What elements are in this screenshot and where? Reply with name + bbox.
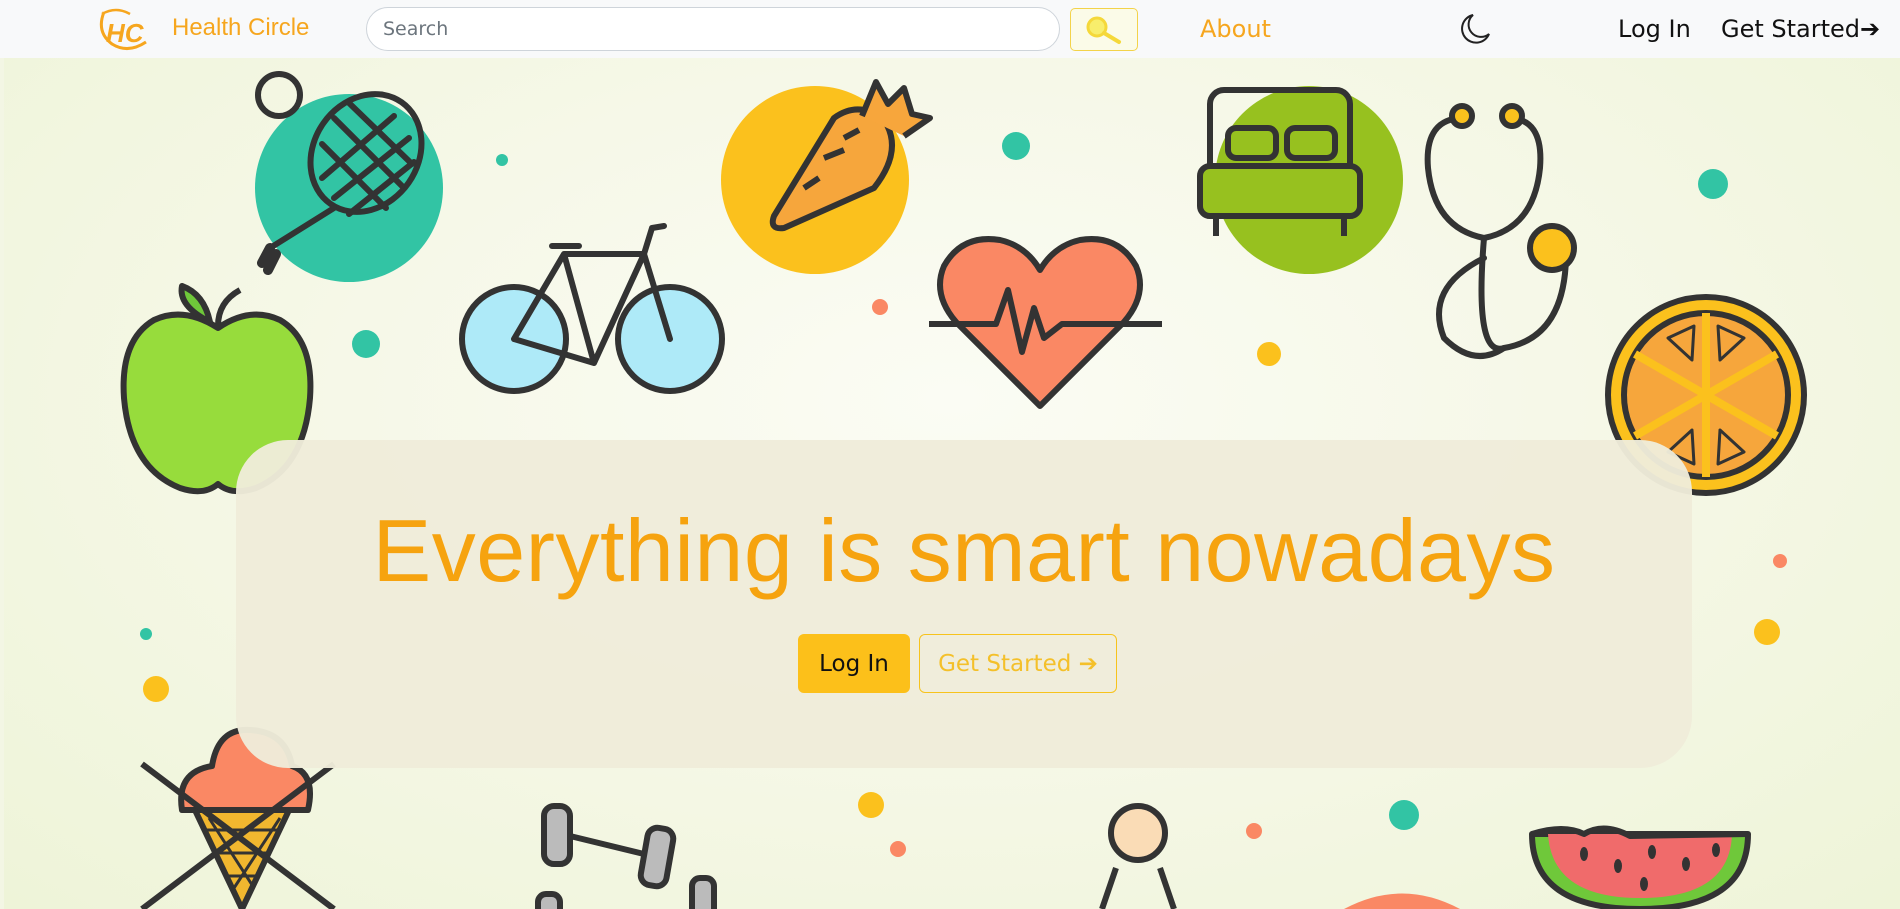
health-circle-logo[interactable]: HC [94,4,152,54]
bicycle-icon [459,223,725,394]
dumbbell-icon [535,803,717,909]
hero-card: Everything is smart nowadays Log In Get … [236,440,1692,768]
stethoscope-icon [1424,103,1577,359]
hero-login-button[interactable]: Log In [798,634,910,693]
logo-text: HC [106,18,145,48]
hero-get-started-button[interactable]: Get Started ➔ [919,634,1117,693]
heartbeat-icon [929,236,1162,409]
search-input[interactable] [366,7,1060,51]
moon-icon[interactable] [1458,12,1492,46]
nav-about-link[interactable]: About [1200,15,1271,43]
nav-get-started-link[interactable]: Get Started➔ [1721,15,1880,43]
navbar: HC Health Circle About Log In Get Starte… [0,0,1900,58]
fruit-partial-icon [1344,893,1460,909]
person-icon [1099,803,1177,909]
watermelon-icon [1529,825,1751,909]
nav-login-link[interactable]: Log In [1618,15,1691,43]
bed-icon [1197,86,1403,274]
tennis-racket-icon [255,71,443,282]
hero-headline: Everything is smart nowadays [372,501,1556,600]
magnifier-icon [1086,16,1121,44]
brand-name[interactable]: Health Circle [172,14,309,42]
search-button[interactable] [1070,8,1138,51]
hero-section: Everything is smart nowadays Log In Get … [4,58,1900,909]
carrot-icon [721,79,933,274]
